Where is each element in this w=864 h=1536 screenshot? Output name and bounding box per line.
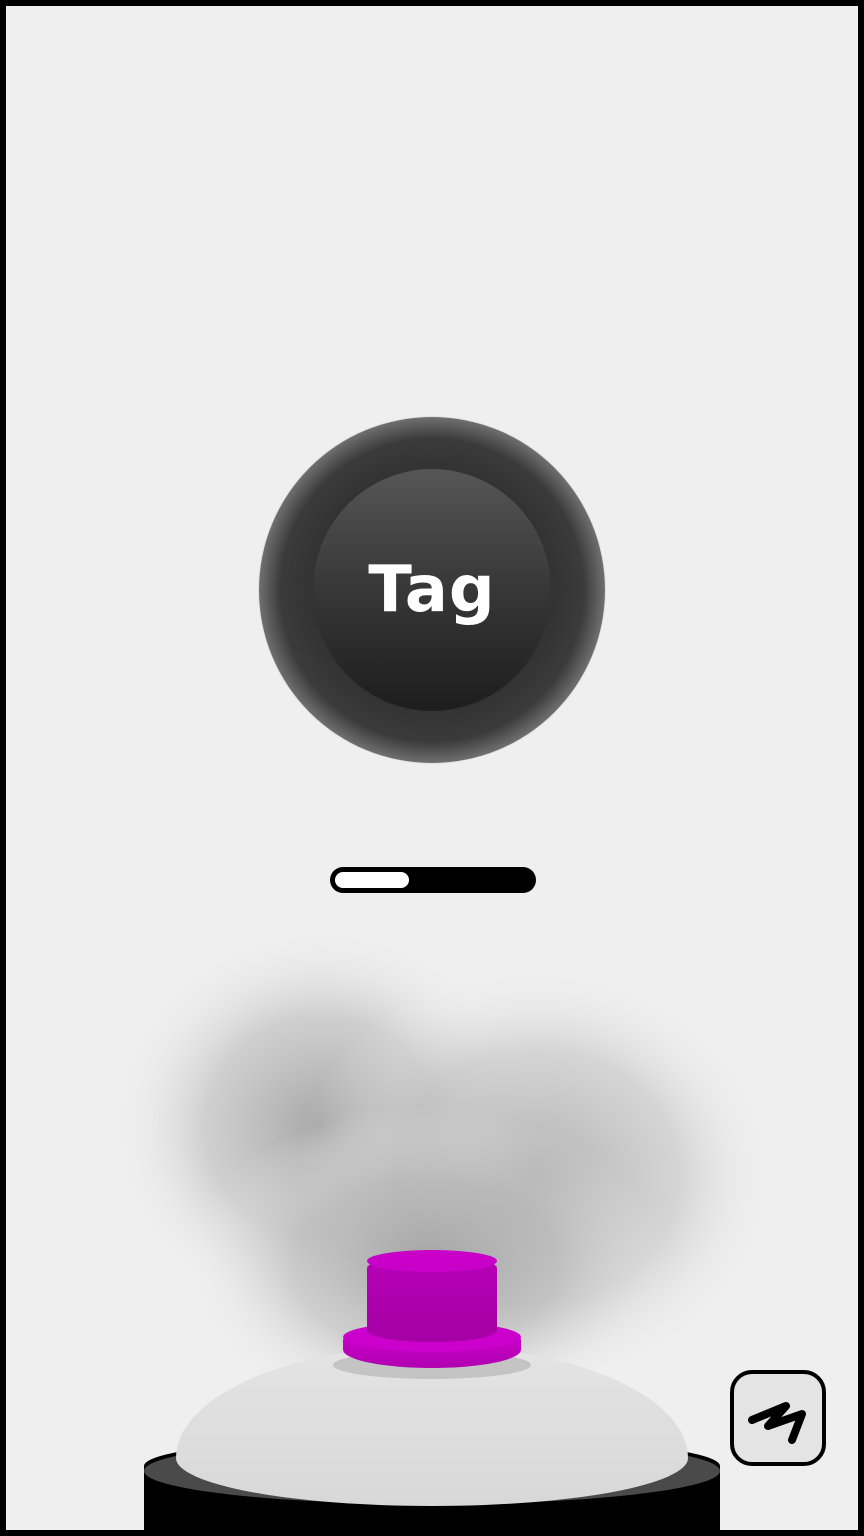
- spray-level-bar: [330, 867, 536, 893]
- spray-level-fill: [335, 872, 409, 888]
- game-screen: Tag: [6, 6, 858, 1530]
- spray-nozzle-cap: [367, 1250, 497, 1272]
- scribble-tool-button[interactable]: [730, 1370, 826, 1466]
- scribble-icon: [748, 1402, 806, 1444]
- tag-button-label: Tag: [368, 553, 496, 627]
- tag-button[interactable]: Tag: [259, 417, 605, 763]
